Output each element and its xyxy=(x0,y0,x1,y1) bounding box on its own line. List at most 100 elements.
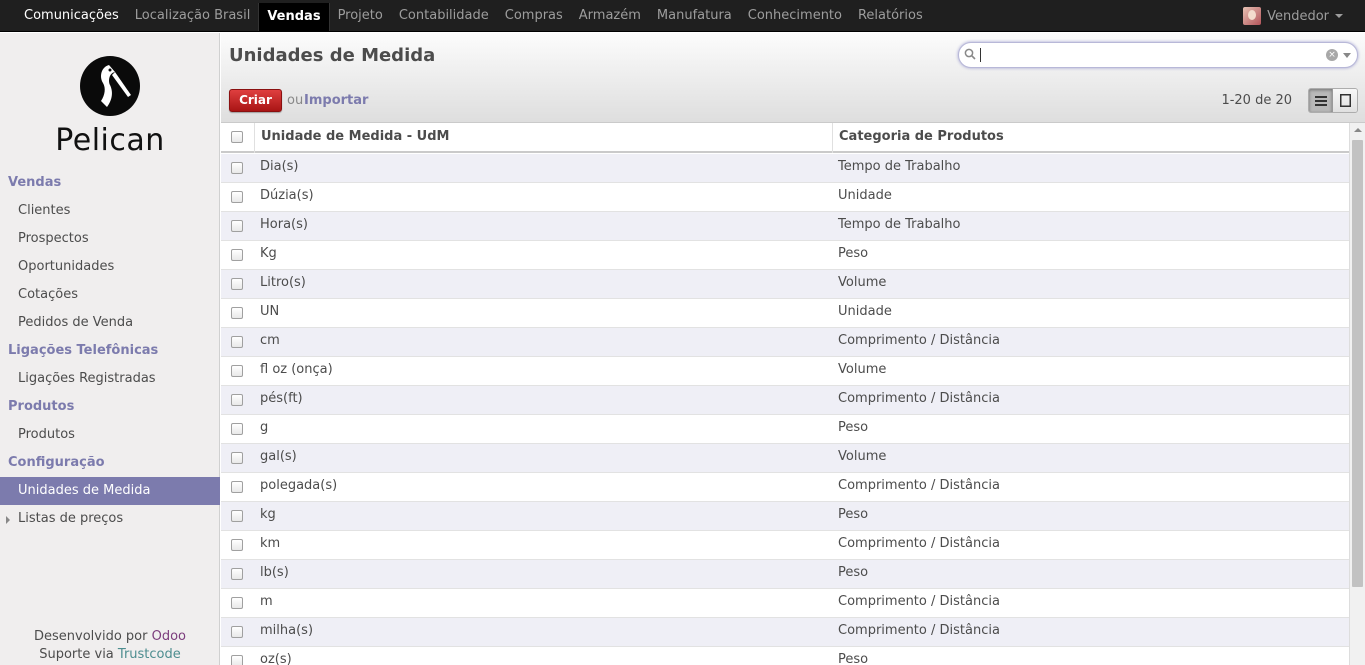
row-checkbox[interactable] xyxy=(231,423,243,435)
category-cell: Comprimento / Distância xyxy=(838,478,1000,493)
list-icon xyxy=(1314,95,1327,106)
sidebar-section-title[interactable]: Vendas xyxy=(0,169,220,197)
row-checkbox[interactable] xyxy=(231,307,243,319)
sidebar-item[interactable]: Pedidos de Venda xyxy=(0,309,220,337)
sidebar-item-label: Oportunidades xyxy=(18,259,115,274)
scrollbar-thumb[interactable] xyxy=(1352,140,1363,587)
select-all-checkbox[interactable] xyxy=(231,131,243,143)
pager-value[interactable]: 1-20 de 20 xyxy=(1221,93,1292,108)
topmenu-item-comunicacoes[interactable]: Comunicações xyxy=(16,0,127,32)
sidebar-item[interactable]: Ligações Registradas xyxy=(0,365,220,393)
trustcode-link[interactable]: Trustcode xyxy=(118,647,181,662)
topmenu-item-compras[interactable]: Compras xyxy=(497,0,571,32)
row-checkbox[interactable] xyxy=(231,191,243,203)
row-checkbox[interactable] xyxy=(231,539,243,551)
row-checkbox[interactable] xyxy=(231,278,243,290)
clear-icon[interactable]: × xyxy=(1326,49,1338,61)
column-header-category[interactable]: Categoria de Produtos xyxy=(839,129,1004,144)
category-cell: Comprimento / Distância xyxy=(838,594,1000,609)
or-text: ou xyxy=(287,93,304,108)
sidebar: Pelican Vendas Clientes Prospectos Oportuni… xyxy=(0,33,220,665)
row-checkbox[interactable] xyxy=(231,394,243,406)
category-cell: Peso xyxy=(838,246,869,261)
table-row[interactable]: fl oz (onça) Volume xyxy=(221,357,1349,386)
row-checkbox[interactable] xyxy=(231,568,243,580)
topmenu-item-vendas[interactable]: Vendas xyxy=(258,3,330,31)
search-input[interactable] xyxy=(979,46,1309,64)
table-row[interactable]: Hora(s) Tempo de Trabalho xyxy=(221,212,1349,241)
topmenu-item-localizacao-brasil[interactable]: Localização Brasil xyxy=(127,0,259,32)
list-view-button[interactable] xyxy=(1309,89,1334,112)
table-row[interactable]: lb(s) Peso xyxy=(221,560,1349,589)
row-checkbox[interactable] xyxy=(231,162,243,174)
table-row[interactable]: Litro(s) Volume xyxy=(221,270,1349,299)
row-checkbox[interactable] xyxy=(231,220,243,232)
sidebar-item-label: Cotações xyxy=(18,287,78,302)
uom-name-cell: UN xyxy=(260,304,280,319)
table-row[interactable]: Dia(s) Tempo de Trabalho xyxy=(221,154,1349,183)
sidebar-item[interactable]: Cotações xyxy=(0,281,220,309)
table-row[interactable]: UN Unidade xyxy=(221,299,1349,328)
table-row[interactable]: m Comprimento / Distância xyxy=(221,589,1349,618)
row-checkbox[interactable] xyxy=(231,626,243,638)
sidebar-item[interactable]: Listas de preços xyxy=(0,505,220,533)
user-menu[interactable]: Vendedor xyxy=(1243,0,1343,32)
topmenu-item-manufatura[interactable]: Manufatura xyxy=(649,0,740,32)
company-logo[interactable]: Pelican xyxy=(48,55,172,158)
sidebar-section-title[interactable]: Configuração xyxy=(0,449,220,477)
table-row[interactable]: polegada(s) Comprimento / Distância xyxy=(221,473,1349,502)
table-row[interactable]: cm Comprimento / Distância xyxy=(221,328,1349,357)
row-checkbox[interactable] xyxy=(231,249,243,261)
table-row[interactable]: g Peso xyxy=(221,415,1349,444)
search-box[interactable]: × xyxy=(958,42,1358,68)
table-row[interactable]: Dúzia(s) Unidade xyxy=(221,183,1349,212)
category-cell: Unidade xyxy=(838,188,892,203)
category-cell: Comprimento / Distância xyxy=(838,536,1000,551)
table-row[interactable]: gal(s) Volume xyxy=(221,444,1349,473)
sidebar-item-label: Ligações Registradas xyxy=(18,371,156,386)
row-checkbox[interactable] xyxy=(231,336,243,348)
row-checkbox[interactable] xyxy=(231,510,243,522)
row-checkbox[interactable] xyxy=(231,452,243,464)
create-button[interactable]: Criar xyxy=(229,89,282,112)
sidebar-item[interactable]: Clientes xyxy=(0,197,220,225)
sidebar-section-title[interactable]: Ligações Telefônicas xyxy=(0,337,220,365)
uom-name-cell: Litro(s) xyxy=(260,275,306,290)
row-checkbox[interactable] xyxy=(231,655,243,665)
scroll-up-icon[interactable] xyxy=(1354,128,1362,132)
logo-text: Pelican xyxy=(55,123,165,158)
table-row[interactable]: pés(ft) Comprimento / Distância xyxy=(221,386,1349,415)
row-checkbox[interactable] xyxy=(231,481,243,493)
sidebar-item[interactable]: Unidades de Medida xyxy=(0,477,220,505)
table-row[interactable]: oz(s) Peso xyxy=(221,647,1349,665)
table-row[interactable]: km Comprimento / Distância xyxy=(221,531,1349,560)
footer-support-prefix: Suporte via xyxy=(39,647,114,662)
uom-name-cell: m xyxy=(260,594,273,609)
table-row[interactable]: kg Peso xyxy=(221,502,1349,531)
column-header-uom[interactable]: Unidade de Medida - UdM xyxy=(261,129,449,144)
topmenu-item-contabilidade[interactable]: Contabilidade xyxy=(391,0,497,32)
row-checkbox[interactable] xyxy=(231,365,243,377)
topmenu-item-armazem[interactable]: Armazém xyxy=(571,0,649,32)
category-cell: Peso xyxy=(838,420,869,435)
sidebar-section-title[interactable]: Produtos xyxy=(0,393,220,421)
topmenu-item-projeto[interactable]: Projeto xyxy=(330,0,391,32)
topmenu-item-relatorios[interactable]: Relatórios xyxy=(850,0,931,32)
sidebar-item[interactable]: Prospectos xyxy=(0,225,220,253)
sidebar-item[interactable]: Produtos xyxy=(0,421,220,449)
topmenu-item-conhecimento[interactable]: Conhecimento xyxy=(740,0,850,32)
scrollbar[interactable] xyxy=(1349,123,1365,665)
search-options-icon[interactable] xyxy=(1343,53,1351,58)
import-link[interactable]: Importar xyxy=(304,93,368,108)
sidebar-item-label: Clientes xyxy=(18,203,71,218)
expand-arrow-icon[interactable] xyxy=(6,516,10,524)
table-row[interactable]: Kg Peso xyxy=(221,241,1349,270)
form-view-button[interactable] xyxy=(1333,89,1357,112)
sidebar-item[interactable]: Oportunidades xyxy=(0,253,220,281)
category-cell: Comprimento / Distância xyxy=(838,391,1000,406)
odoo-link[interactable]: Odoo xyxy=(152,629,186,644)
row-checkbox[interactable] xyxy=(231,597,243,609)
table-row[interactable]: milha(s) Comprimento / Distância xyxy=(221,618,1349,647)
uom-name-cell: pés(ft) xyxy=(260,391,303,406)
pelican-logo-icon xyxy=(80,56,140,116)
